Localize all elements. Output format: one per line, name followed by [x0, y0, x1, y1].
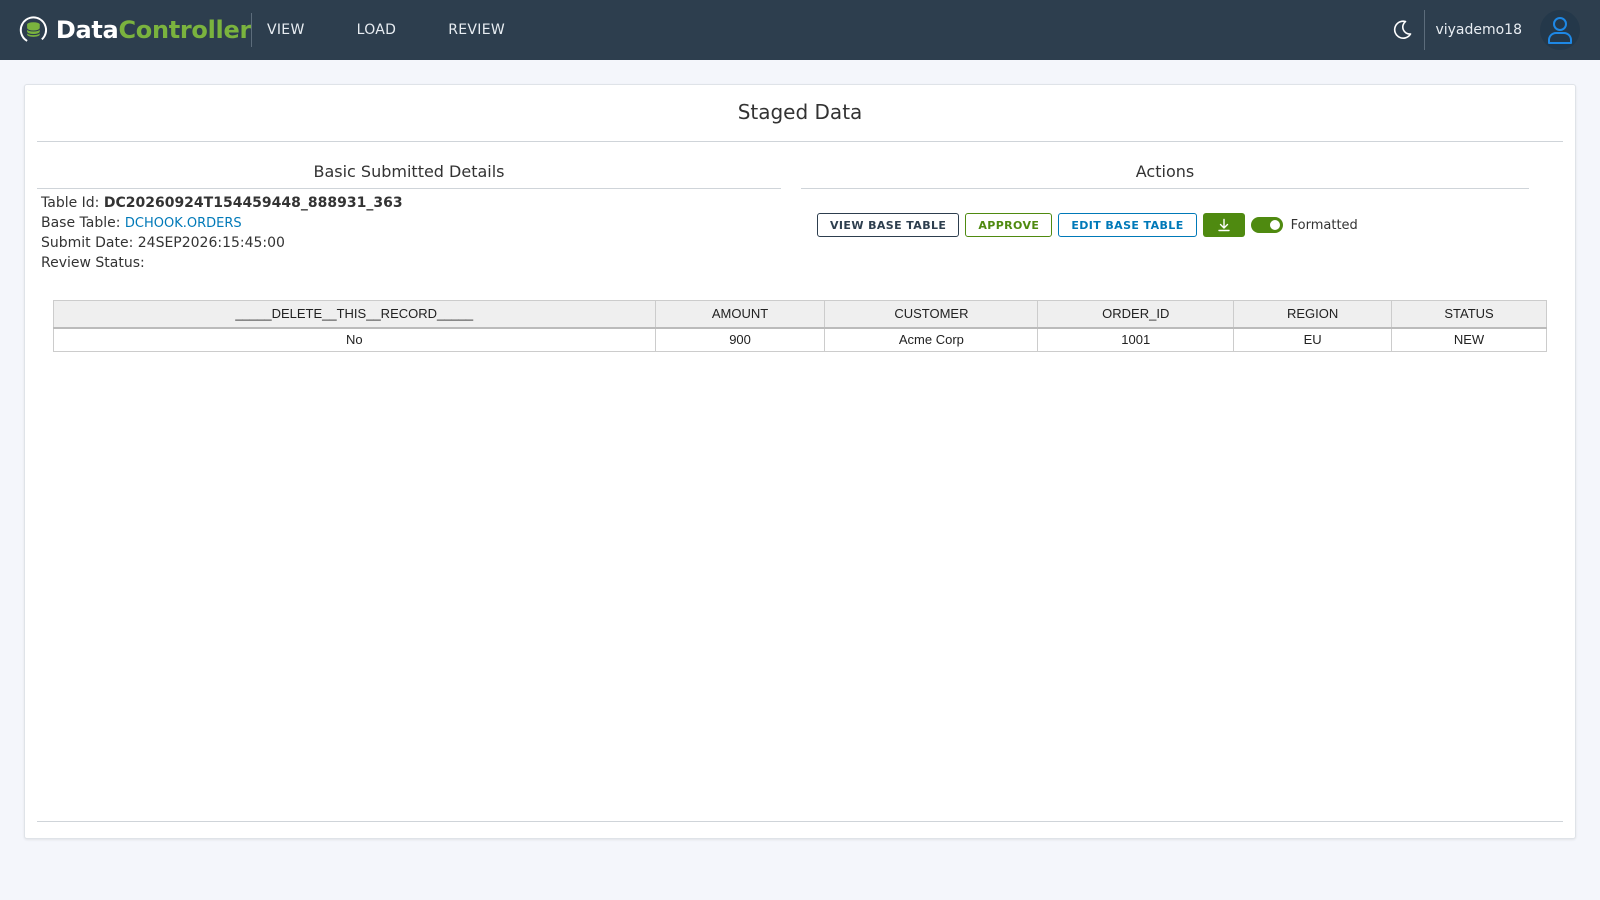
- column-header-order-id[interactable]: ORDER_ID: [1037, 300, 1235, 329]
- formatted-toggle[interactable]: [1250, 217, 1283, 233]
- cell-region[interactable]: EU: [1233, 327, 1393, 352]
- user-icon: [1548, 17, 1572, 44]
- submit-date-value: 24SEP2026:15:45:00: [137, 235, 285, 251]
- approve-button[interactable]: APPROVE: [965, 213, 1053, 237]
- review-status-label: Review Status:: [41, 255, 145, 271]
- actions-toolbar: VIEW BASE TABLE APPROVE EDIT BASE TABLE …: [817, 213, 1358, 237]
- formatted-label: Formatted: [1290, 217, 1358, 233]
- submit-date-label: Submit Date:: [41, 235, 134, 251]
- base-table-row: Base Table: DCHOOK.ORDERS: [41, 213, 781, 233]
- table-id-value: DC20260924T154459448_888931_363: [103, 195, 403, 211]
- user-menu-button[interactable]: [1540, 10, 1580, 50]
- download-icon: [1217, 218, 1230, 232]
- table-id-label: Table Id:: [41, 195, 100, 211]
- header-right: viyademo18: [1390, 0, 1600, 60]
- cell-amount[interactable]: 900: [654, 327, 826, 352]
- page-title: Staged Data: [37, 85, 1563, 142]
- header-divider: [1424, 10, 1426, 50]
- table-row: No 900 Acme Corp 1001 EU NEW: [53, 327, 1547, 352]
- cell-status[interactable]: NEW: [1391, 327, 1547, 352]
- cell-delete-record[interactable]: No: [53, 327, 656, 352]
- table-id-row: Table Id: DC20260924T154459448_888931_36…: [41, 193, 781, 213]
- cell-order-id[interactable]: 1001: [1037, 327, 1235, 352]
- moon-icon[interactable]: [1390, 18, 1414, 42]
- download-button[interactable]: [1202, 213, 1245, 237]
- column-header-delete-record[interactable]: _____DELETE__THIS__RECORD_____: [53, 300, 656, 329]
- cell-customer[interactable]: Acme Corp: [824, 327, 1039, 352]
- column-header-region[interactable]: REGION: [1233, 300, 1393, 329]
- nav-view[interactable]: VIEW: [267, 0, 305, 60]
- table-header-row: _____DELETE__THIS__RECORD_____ AMOUNT CU…: [53, 300, 1547, 329]
- column-header-status[interactable]: STATUS: [1391, 300, 1547, 329]
- submit-date-row: Submit Date: 24SEP2026:15:45:00: [41, 233, 781, 253]
- base-table-link[interactable]: DCHOOK.ORDERS: [125, 216, 242, 231]
- main-nav: VIEW LOAD REVIEW: [267, 0, 505, 60]
- staged-data-table: _____DELETE__THIS__RECORD_____ AMOUNT CU…: [53, 300, 1547, 352]
- nav-review[interactable]: REVIEW: [448, 0, 505, 60]
- review-status-row: Review Status:: [41, 253, 781, 273]
- staged-data-card: Staged Data Basic Submitted Details Tabl…: [24, 84, 1576, 839]
- view-base-table-button[interactable]: VIEW BASE TABLE: [817, 213, 960, 237]
- edit-base-table-button[interactable]: EDIT BASE TABLE: [1058, 213, 1197, 237]
- brand-name: DataController: [55, 16, 251, 44]
- nav-load[interactable]: LOAD: [357, 0, 397, 60]
- base-table-label: Base Table:: [41, 215, 121, 231]
- card-footer-divider: [37, 821, 1563, 822]
- database-icon: [19, 16, 48, 44]
- brand-divider: [251, 13, 252, 47]
- submitted-details: Table Id: DC20260924T154459448_888931_36…: [41, 193, 781, 273]
- username: viyademo18: [1435, 22, 1522, 38]
- column-header-amount[interactable]: AMOUNT: [654, 300, 826, 329]
- brand[interactable]: DataController: [0, 0, 251, 60]
- actions-section-title: Actions: [801, 161, 1529, 189]
- top-nav-bar: DataController VIEW LOAD REVIEW viyademo…: [0, 0, 1600, 60]
- details-section-title: Basic Submitted Details: [37, 161, 781, 189]
- column-header-customer[interactable]: CUSTOMER: [824, 300, 1039, 329]
